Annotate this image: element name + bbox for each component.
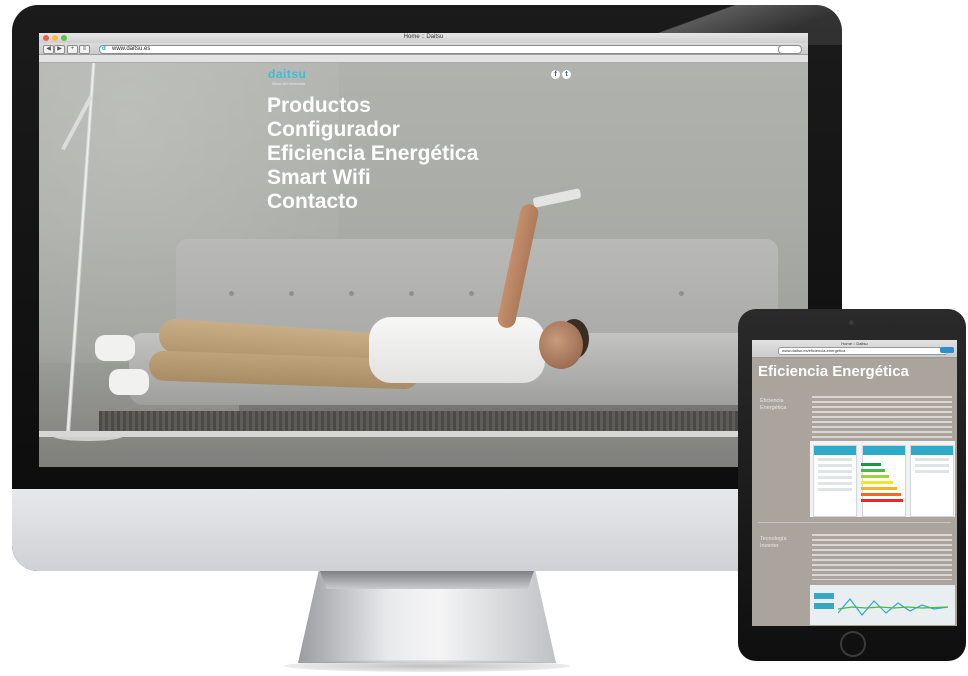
main-menu: Productos Configurador Eficiencia Energé… [267, 94, 478, 214]
desktop-browser-window: Home :: Daitsu ◀ ▶ + ≡ d www.daitsu.es d… [39, 33, 808, 467]
energy-class-bar [861, 475, 889, 478]
energy-class-bar [861, 463, 881, 466]
sofa-button [469, 291, 474, 296]
energy-class-bar [861, 499, 903, 502]
person-torso [369, 317, 545, 383]
sofa-button [679, 291, 684, 296]
energy-label-infographic [810, 441, 955, 517]
energy-class-bar [861, 469, 885, 472]
imac-shadow [284, 660, 570, 672]
share-button[interactable]: + [67, 45, 78, 54]
menu-item-productos[interactable]: Productos [267, 94, 478, 118]
graph-legend-box [814, 593, 834, 599]
ipad-home-button[interactable] [840, 631, 866, 657]
floor-edge [39, 431, 808, 437]
energy-class-bar [861, 487, 897, 490]
logo-text: daitsu [268, 67, 307, 81]
menu-item-configurador[interactable]: Configurador [267, 118, 478, 142]
inverter-curve [838, 598, 949, 616]
energy-class-bar [861, 493, 901, 496]
infographic-column [813, 445, 857, 517]
menu-item-smart-wifi[interactable]: Smart Wifi [267, 166, 478, 190]
logo-tagline: Alma del bienestar [272, 81, 306, 86]
address-bar[interactable]: d www.daitsu.es [99, 45, 791, 54]
person-shoe [95, 335, 135, 361]
back-button[interactable]: ◀ [43, 45, 54, 54]
sofa-button [229, 291, 234, 296]
ipad-camera [849, 320, 854, 325]
inverter-graph [810, 585, 955, 625]
person-shoe [109, 369, 149, 395]
graph-legend-box [814, 603, 834, 609]
sofa-button [349, 291, 354, 296]
menu-item-contacto[interactable]: Contacto [267, 190, 478, 214]
imac-chin [12, 489, 842, 571]
social-links: f t [551, 70, 571, 79]
person-head [539, 321, 583, 369]
section-body-text [812, 396, 952, 442]
tablet-browser-window: Home :: Daitsu www.daitsu.es/eficiencia-… [752, 340, 957, 626]
tablet-address-bar[interactable]: www.daitsu.es/eficiencia-energetica [778, 347, 948, 355]
tablet-search-button[interactable] [940, 347, 954, 353]
tablet-browser-toolbar: Home :: Daitsu www.daitsu.es/eficiencia-… [752, 340, 957, 358]
address-bar-url: www.daitsu.es [112, 46, 151, 52]
window-title: Home :: Daitsu [403, 34, 444, 40]
sofa-button [289, 291, 294, 296]
tablet-page-title: Eficiencia Energética [758, 363, 909, 380]
twitter-icon[interactable]: t [562, 70, 571, 79]
sofa-button [409, 291, 414, 296]
section-label-eficiencia: Eficiencia Energética [760, 398, 787, 411]
menu-item-eficiencia[interactable]: Eficiencia Energética [267, 142, 478, 166]
imac-stand-neck [320, 571, 534, 589]
browser-toolbar: ◀ ▶ + ≡ d www.daitsu.es [39, 43, 808, 55]
section-body-text [812, 534, 952, 580]
infographic-column [910, 445, 954, 517]
reader-button[interactable]: ≡ [79, 45, 90, 54]
energy-class-bar [861, 481, 893, 484]
daitsu-logo[interactable]: daitsu Alma del bienestar [268, 67, 306, 86]
site-favicon-icon: d [102, 46, 106, 52]
section-label-inverter: Tecnología Inverter [760, 536, 787, 549]
forward-button[interactable]: ▶ [54, 45, 65, 54]
tablet-window-title: Home :: Daitsu [841, 341, 868, 346]
section-divider [758, 522, 951, 523]
search-field[interactable] [778, 45, 802, 54]
bookmarks-bar [39, 55, 808, 63]
facebook-icon[interactable]: f [551, 70, 560, 79]
